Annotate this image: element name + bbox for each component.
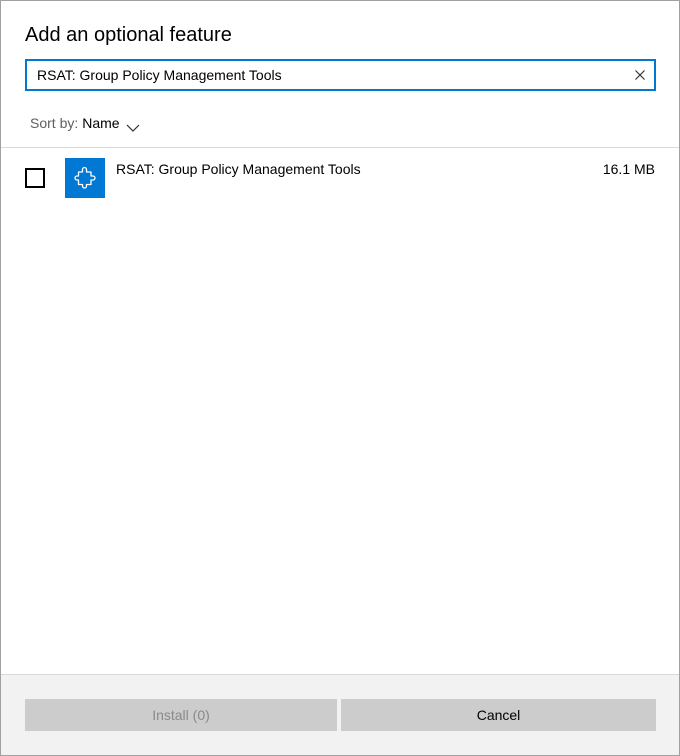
sort-value[interactable]: Name (82, 113, 119, 133)
sort-dropdown[interactable]: Sort by: Name (30, 113, 140, 133)
add-optional-feature-dialog: Add an optional feature Sort by: Name RS… (0, 0, 680, 756)
dialog-title: Add an optional feature (25, 24, 232, 46)
search-input[interactable] (27, 61, 622, 89)
puzzle-piece-icon (65, 158, 105, 198)
close-icon[interactable] (632, 67, 648, 83)
feature-size: 16.1 MB (602, 161, 655, 177)
feature-name: RSAT: Group Policy Management Tools (116, 161, 361, 177)
chevron-down-icon[interactable] (126, 118, 140, 132)
list-item[interactable]: RSAT: Group Policy Management Tools 16.1… (1, 148, 679, 208)
install-button[interactable]: Install (0) (25, 699, 337, 731)
dialog-footer: Install (0) Cancel (1, 675, 679, 755)
cancel-button[interactable]: Cancel (341, 699, 656, 731)
feature-checkbox[interactable] (25, 168, 45, 188)
search-box[interactable] (25, 59, 656, 91)
sort-label: Sort by: (30, 115, 79, 131)
